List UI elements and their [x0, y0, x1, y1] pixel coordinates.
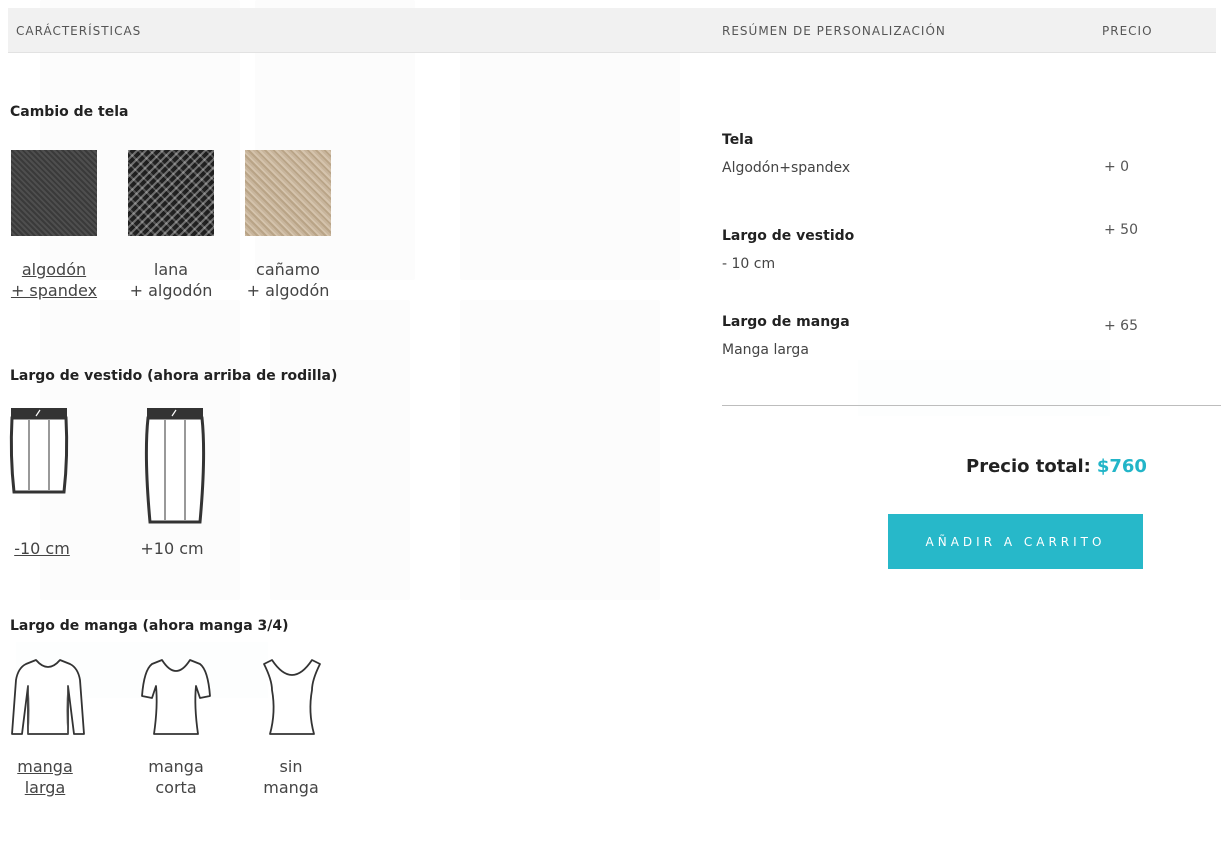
option-label: sin: [279, 757, 303, 776]
fabric-option-cotton-spandex[interactable]: algodón + spandex: [0, 259, 109, 301]
fabric-section-title: Cambio de tela: [10, 104, 129, 120]
fabric-option-wool-cotton[interactable]: lana + algodón: [116, 259, 226, 301]
hemp-swatch-icon[interactable]: [245, 150, 331, 236]
denim-swatch-icon[interactable]: [11, 150, 97, 236]
summary-divider: [722, 405, 1221, 406]
option-label: manga: [263, 778, 319, 797]
long-sleeve-icon[interactable]: [10, 656, 86, 738]
sleeve-option-short[interactable]: manga corta: [121, 756, 231, 798]
features-column-header: CARÁCTERÍSTICAS: [16, 24, 142, 38]
sleeve-option-none[interactable]: sin manga: [236, 756, 346, 798]
summary-fabric-price: + 0: [1104, 159, 1130, 175]
option-label: + algodón: [129, 281, 213, 300]
option-label: manga: [148, 757, 204, 776]
option-label: larga: [24, 778, 66, 797]
summary-dress-length-price: + 50: [1104, 222, 1138, 238]
summary-sleeve-value: Manga larga: [722, 342, 809, 358]
summary-sleeve-price: + 65: [1104, 318, 1138, 334]
option-label: + spandex: [10, 281, 98, 300]
option-label: +10 cm: [140, 539, 204, 558]
table-header: CARÁCTERÍSTICAS RESÚMEN DE PERSONALIZACI…: [8, 8, 1216, 53]
summary-fabric-title: Tela: [722, 132, 754, 148]
dress-length-section-title: Largo de vestido (ahora arriba de rodill…: [10, 368, 338, 384]
sleeve-length-section-title: Largo de manga (ahora manga 3/4): [10, 618, 289, 634]
fabric-option-hemp-cotton[interactable]: cañamo + algodón: [233, 259, 343, 301]
sleeve-option-long[interactable]: manga larga: [0, 756, 100, 798]
summary-fabric-value: Algodón+spandex: [722, 160, 851, 176]
total-price-label: Precio total:: [966, 456, 1091, 477]
price-column-header: PRECIO: [1102, 24, 1153, 38]
option-label: cañamo: [256, 260, 320, 279]
total-price-value: $760: [1096, 456, 1147, 477]
long-skirt-icon[interactable]: [144, 406, 206, 526]
summary-sleeve-title: Largo de manga: [722, 314, 850, 330]
option-label: manga: [17, 757, 73, 776]
option-label: corta: [155, 778, 197, 797]
option-label: algodón: [21, 260, 87, 279]
add-to-cart-button[interactable]: AÑADIR A CARRITO: [888, 514, 1143, 569]
option-label: + algodón: [246, 281, 330, 300]
sleeveless-icon[interactable]: [262, 656, 322, 738]
total-price: Precio total: $760: [966, 456, 1147, 477]
summary-dress-length-title: Largo de vestido: [722, 228, 855, 244]
short-skirt-icon[interactable]: [8, 406, 70, 496]
option-label: lana: [153, 260, 189, 279]
summary-dress-length-value: - 10 cm: [722, 256, 776, 272]
dress-length-option-minus-10[interactable]: -10 cm: [0, 538, 97, 559]
summary-column-header: RESÚMEN DE PERSONALIZACIÓN: [722, 24, 946, 38]
short-sleeve-icon[interactable]: [138, 656, 214, 738]
dress-length-option-plus-10[interactable]: +10 cm: [117, 538, 227, 559]
option-label: -10 cm: [14, 539, 70, 558]
wool-swatch-icon[interactable]: [128, 150, 214, 236]
